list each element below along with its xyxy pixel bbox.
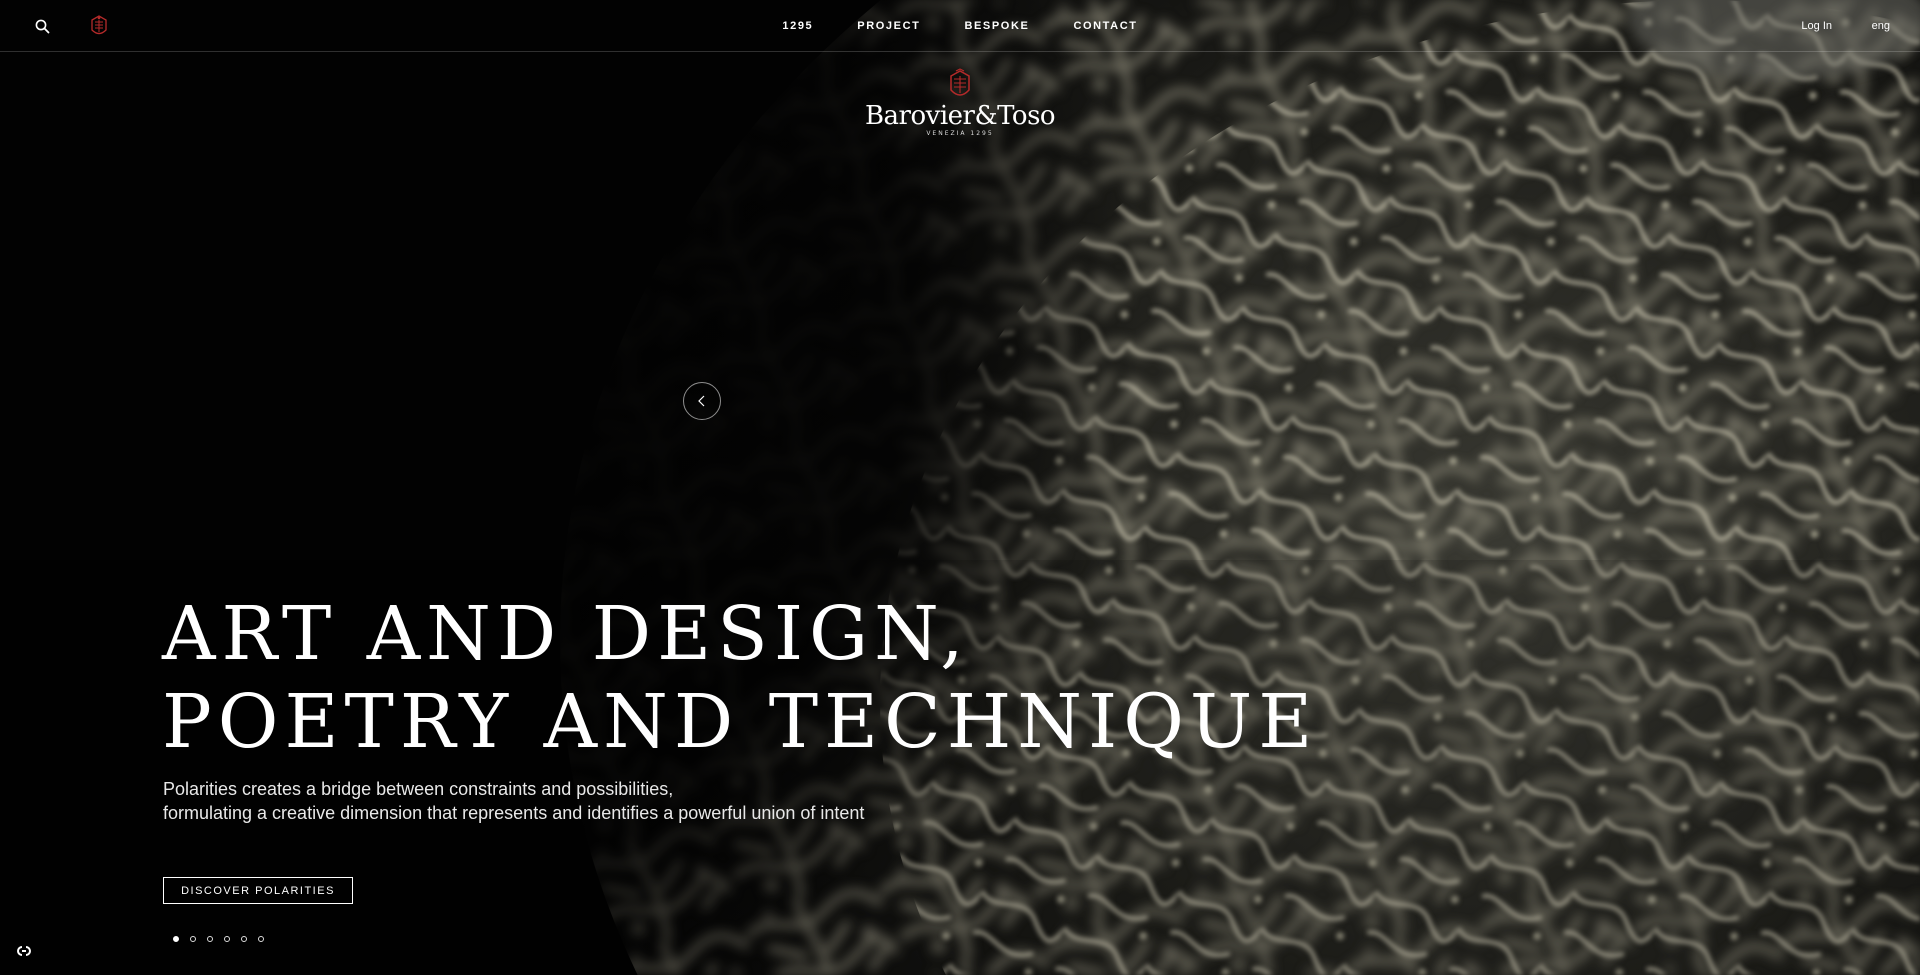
slider-dot[interactable] — [190, 936, 196, 942]
hero-headline: ART AND DESIGN, POETRY AND TECHNIQUE — [162, 590, 1462, 766]
nav-item-bespoke[interactable]: BESPOKE — [964, 20, 1029, 32]
nav-item-contact[interactable]: CONTACT — [1073, 20, 1137, 32]
login-link[interactable]: Log In — [1801, 20, 1832, 32]
main-nav: 1295 PROJECT BESPOKE CONTACT — [0, 0, 1920, 52]
accessibility-icon[interactable] — [13, 944, 35, 958]
top-bar: 1295 PROJECT BESPOKE CONTACT Log In eng — [0, 0, 1920, 52]
crest-icon — [950, 68, 970, 96]
hero-description-line-2: formulating a creative dimension that re… — [163, 803, 865, 823]
crest-icon[interactable] — [89, 14, 109, 38]
nav-item-project[interactable]: PROJECT — [857, 20, 920, 32]
slider-dot[interactable] — [224, 936, 230, 942]
hero-headline-line-2: POETRY AND TECHNIQUE — [162, 679, 1319, 765]
brand-wordmark: Barovier&Toso — [864, 101, 1056, 131]
chevron-left-icon — [698, 395, 705, 407]
brand-tagline: VENEZIA 1295 — [926, 130, 994, 137]
slider-dot[interactable] — [173, 936, 179, 942]
page: 1295 PROJECT BESPOKE CONTACT Log In eng … — [0, 0, 1920, 975]
discover-polarities-button[interactable]: DISCOVER POLARITIES — [163, 877, 353, 904]
language-selector[interactable]: eng — [1872, 20, 1890, 32]
slider-dot[interactable] — [207, 936, 213, 942]
hero-background-image — [0, 0, 1920, 975]
slider-dot[interactable] — [241, 936, 247, 942]
slider-pagination — [173, 936, 264, 942]
slider-dot[interactable] — [258, 936, 264, 942]
nav-item-1295[interactable]: 1295 — [782, 20, 813, 32]
hero-headline-line-1: ART AND DESIGN, — [162, 591, 970, 677]
brand-logo[interactable]: Barovier&Toso VENEZIA 1295 — [860, 68, 1060, 142]
slider-prev-button[interactable] — [683, 382, 721, 420]
hero-description: Polarities creates a bridge between cons… — [163, 777, 864, 825]
search-icon[interactable] — [33, 17, 53, 37]
hero-description-line-1: Polarities creates a bridge between cons… — [163, 779, 674, 799]
